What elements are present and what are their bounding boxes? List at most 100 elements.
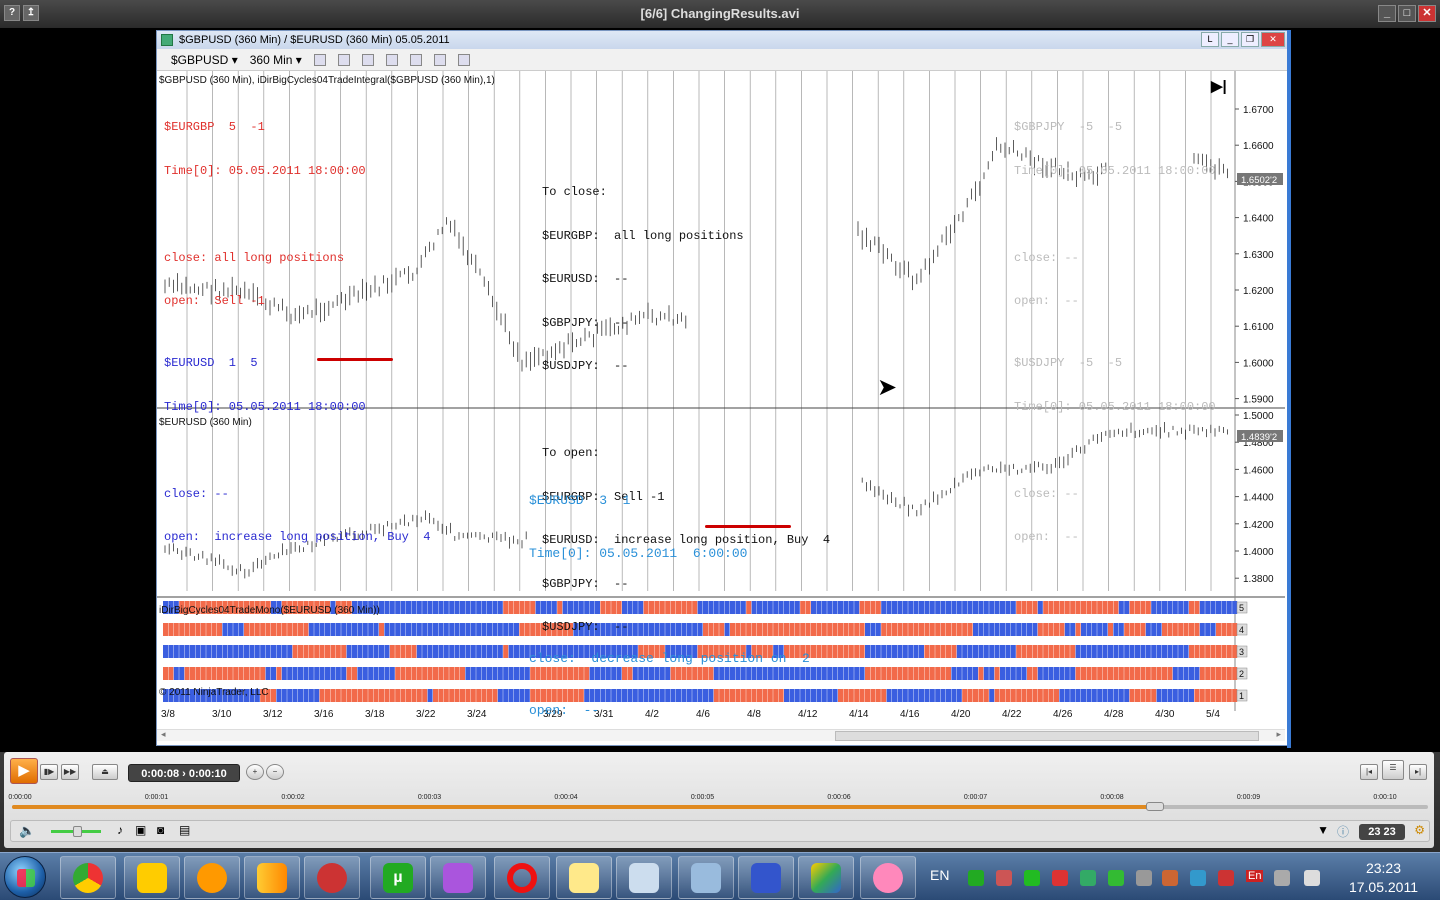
taskbar-opera[interactable] <box>494 856 550 899</box>
taskbar-app-10[interactable] <box>678 856 734 899</box>
tray-icon[interactable] <box>1190 870 1206 886</box>
signal-cell <box>416 689 422 702</box>
signal-cell <box>519 601 525 614</box>
signal-cell <box>265 667 271 680</box>
clock[interactable]: 23:23 17.05.2011 <box>1349 859 1418 897</box>
prev-file-button[interactable]: |◂ <box>1360 764 1378 780</box>
snapshot-icon[interactable]: ◙ <box>157 823 164 837</box>
taskbar-drive[interactable] <box>798 856 854 899</box>
info-icon[interactable]: ⓘ <box>1337 823 1349 840</box>
go-to-end-icon[interactable]: ▶| <box>1211 77 1227 95</box>
interval-select[interactable]: 360 Min ▾ <box>250 53 302 67</box>
draw-pencil-icon[interactable] <box>337 53 350 66</box>
signal-cell <box>1124 601 1130 614</box>
language-indicator[interactable]: EN <box>930 867 949 883</box>
scroll-right-icon[interactable]: ▸ <box>1276 729 1281 740</box>
data-box-icon[interactable] <box>457 53 470 66</box>
audio-icon[interactable]: ♪ <box>117 823 123 837</box>
bar-style-icon[interactable] <box>313 53 326 66</box>
playlist-button[interactable]: ☰ <box>1382 760 1404 780</box>
filter-icon[interactable]: ▼ <box>1317 823 1329 837</box>
price-tick-label: 1.6600 <box>1243 141 1274 152</box>
link-button[interactable]: L <box>1201 32 1219 47</box>
tray-icon[interactable] <box>1304 870 1320 886</box>
taskbar-app-13[interactable] <box>860 856 916 899</box>
tray-icon[interactable] <box>1274 870 1290 886</box>
zoom-icon[interactable] <box>385 53 398 66</box>
tray-icon[interactable] <box>1108 870 1124 886</box>
seek-timeline[interactable]: 0:00:00 0:00:01 0:00:02 0:00:03 0:00:04 0:00:… <box>8 792 1428 814</box>
tray-icon[interactable] <box>1052 870 1068 886</box>
scroll-left-icon[interactable]: ◂ <box>161 729 166 740</box>
tray-icon[interactable] <box>1136 870 1152 886</box>
signal-cell <box>1021 601 1027 614</box>
taskbar-utorrent[interactable]: µ <box>370 856 426 899</box>
minimize-button[interactable]: _ <box>1378 5 1396 22</box>
help-button[interactable]: ? <box>4 5 20 21</box>
signal-cell <box>244 623 249 636</box>
signal-cell <box>1140 601 1146 614</box>
tray-icon[interactable] <box>1080 870 1096 886</box>
subtitle-icon[interactable]: ▤ <box>179 823 190 837</box>
video-icon[interactable]: ▣ <box>135 823 146 837</box>
close-button[interactable]: ✕ <box>1418 5 1436 22</box>
taskbar-notes[interactable] <box>556 856 612 899</box>
scroll-thumb[interactable] <box>835 731 1259 741</box>
signal-cell <box>892 645 897 658</box>
taskbar-aimp[interactable] <box>184 856 240 899</box>
taskbar-chrome[interactable] <box>60 856 116 899</box>
time-display[interactable]: 0:00:08 › 0:00:10 <box>128 764 240 782</box>
signal-cell <box>454 667 460 680</box>
instrument-select[interactable]: $GBPUSD ▾ <box>171 53 238 67</box>
signal-cell <box>1032 645 1038 658</box>
signal-cell <box>989 623 995 636</box>
signal-cell <box>881 667 887 680</box>
eject-button[interactable]: ⏏ <box>92 764 118 780</box>
chart-minimize-button[interactable]: _ <box>1221 32 1239 47</box>
properties-icon[interactable] <box>409 53 422 66</box>
taskbar-save[interactable] <box>738 856 794 899</box>
tray-icon[interactable] <box>1024 870 1040 886</box>
chart-area[interactable]: 1.67001.66001.65001.64001.63001.62001.61… <box>157 71 1285 731</box>
tray-icon[interactable] <box>1162 870 1178 886</box>
signal-cell <box>886 601 892 614</box>
date-tick-label: 3/12 <box>263 709 283 720</box>
taskbar-ninjatrader[interactable] <box>304 856 360 899</box>
step-button[interactable]: ▮▶ <box>40 764 58 780</box>
horizontal-scrollbar[interactable]: ◂ ▸ <box>157 729 1285 741</box>
taskbar-messenger[interactable] <box>430 856 486 899</box>
indicator-icon[interactable] <box>361 53 374 66</box>
tray-icon[interactable] <box>996 870 1012 886</box>
play-button[interactable]: ▶ <box>10 758 38 784</box>
tray-icon[interactable] <box>968 870 984 886</box>
signal-cell <box>1178 645 1184 658</box>
counter-badge[interactable]: 23 23 <box>1359 824 1405 840</box>
next-file-button[interactable]: ▸| <box>1409 764 1427 780</box>
seek-knob[interactable] <box>1146 802 1164 811</box>
zoom-out-icon[interactable]: − <box>266 764 284 780</box>
start-button[interactable] <box>4 856 46 898</box>
tray-icon[interactable] <box>1218 870 1234 886</box>
chart-close-button[interactable]: ✕ <box>1261 32 1285 47</box>
taskbar-calculator[interactable] <box>616 856 672 899</box>
volume-knob[interactable] <box>73 826 82 837</box>
signal-cell <box>1226 667 1232 680</box>
strategy-icon[interactable] <box>433 53 446 66</box>
signal-cell <box>951 623 957 636</box>
tray-lang-en[interactable]: En <box>1246 870 1264 882</box>
signal-cell <box>875 601 881 614</box>
next-button[interactable]: ▶▶ <box>61 764 79 780</box>
signal-cell <box>978 601 984 614</box>
zoom-in-icon[interactable]: + <box>246 764 264 780</box>
speaker-icon[interactable]: 🔈 <box>19 823 35 839</box>
taskbar-chart-app[interactable] <box>244 856 300 899</box>
taskbar-batman[interactable] <box>124 856 180 899</box>
signal-cell <box>497 645 503 658</box>
settings-icon[interactable]: ⚙ <box>1414 823 1425 837</box>
signal-cell <box>978 645 984 658</box>
pin-button[interactable]: ↥ <box>23 5 39 21</box>
maximize-button[interactable]: □ <box>1398 5 1416 22</box>
signal-cell <box>1027 689 1032 702</box>
chart-restore-button[interactable]: ❐ <box>1241 32 1259 47</box>
signal-cell <box>1010 667 1016 680</box>
